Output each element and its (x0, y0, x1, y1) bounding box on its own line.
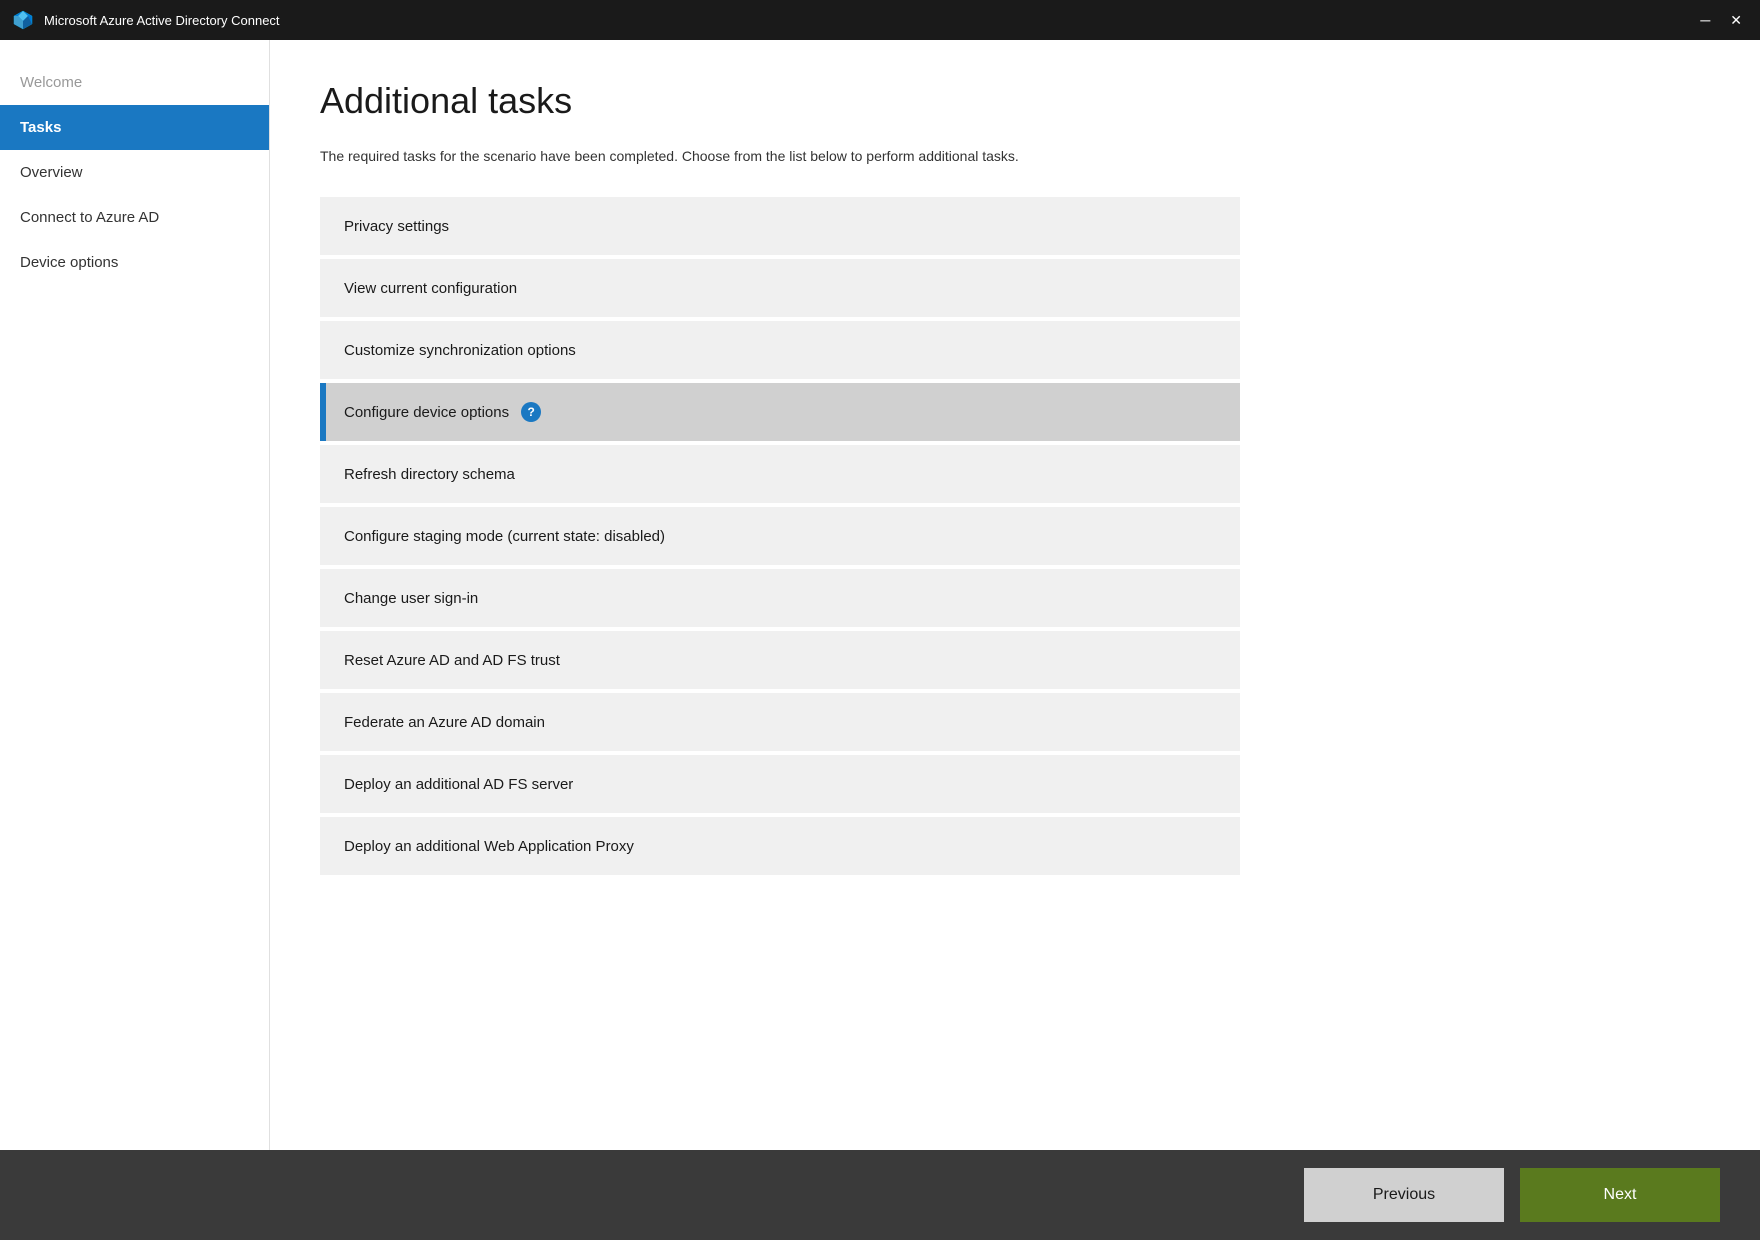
task-label: Reset Azure AD and AD FS trust (340, 652, 560, 669)
minimize-button[interactable]: ─ (1694, 11, 1716, 29)
task-indicator (320, 693, 326, 751)
task-label: Deploy an additional AD FS server (340, 776, 573, 793)
sidebar-item-device-options[interactable]: Device options (0, 240, 269, 285)
content-area: Welcome Tasks Overview Connect to Azure … (0, 40, 1760, 1150)
sidebar-item-tasks[interactable]: Tasks (0, 105, 269, 150)
task-indicator (320, 817, 326, 875)
sidebar-item-connect-azure-ad[interactable]: Connect to Azure AD (0, 195, 269, 240)
task-indicator (320, 755, 326, 813)
task-item-deploy-adfs[interactable]: Deploy an additional AD FS server (320, 755, 1240, 813)
task-indicator (320, 197, 326, 255)
task-indicator (320, 383, 326, 441)
task-label: Federate an Azure AD domain (340, 714, 545, 731)
task-item-deploy-wap[interactable]: Deploy an additional Web Application Pro… (320, 817, 1240, 875)
task-label: Customize synchronization options (340, 342, 576, 359)
task-indicator (320, 445, 326, 503)
task-indicator (320, 507, 326, 565)
task-item-refresh-schema[interactable]: Refresh directory schema (320, 445, 1240, 503)
task-item-privacy-settings[interactable]: Privacy settings (320, 197, 1240, 255)
task-label: View current configuration (340, 280, 517, 297)
task-indicator (320, 259, 326, 317)
page-description: The required tasks for the scenario have… (320, 146, 1170, 167)
sidebar-item-overview[interactable]: Overview (0, 150, 269, 195)
title-bar: Microsoft Azure Active Directory Connect… (0, 0, 1760, 40)
task-indicator (320, 631, 326, 689)
task-item-view-config[interactable]: View current configuration (320, 259, 1240, 317)
title-bar-text: Microsoft Azure Active Directory Connect (44, 13, 1694, 28)
close-button[interactable]: ✕ (1724, 11, 1748, 29)
main-window: Welcome Tasks Overview Connect to Azure … (0, 40, 1760, 1240)
task-indicator (320, 321, 326, 379)
task-label: Refresh directory schema (340, 466, 515, 483)
task-list: Privacy settings View current configurat… (320, 197, 1240, 875)
task-label: Change user sign-in (340, 590, 478, 607)
title-bar-controls: ─ ✕ (1694, 11, 1748, 29)
task-item-customize-sync[interactable]: Customize synchronization options (320, 321, 1240, 379)
main-content: Additional tasks The required tasks for … (270, 40, 1760, 1150)
next-button[interactable]: Next (1520, 1168, 1720, 1222)
task-item-federate-domain[interactable]: Federate an Azure AD domain (320, 693, 1240, 751)
task-label: Configure staging mode (current state: d… (340, 528, 665, 545)
previous-button[interactable]: Previous (1304, 1168, 1504, 1222)
task-indicator (320, 569, 326, 627)
task-label: Privacy settings (340, 218, 449, 235)
help-icon[interactable]: ? (521, 402, 541, 422)
task-label: Deploy an additional Web Application Pro… (340, 838, 634, 855)
page-title: Additional tasks (320, 80, 1710, 122)
task-item-change-signin[interactable]: Change user sign-in (320, 569, 1240, 627)
task-label: Configure device options (340, 404, 509, 421)
footer-bar: Previous Next (0, 1150, 1760, 1240)
task-item-reset-trust[interactable]: Reset Azure AD and AD FS trust (320, 631, 1240, 689)
sidebar-item-welcome[interactable]: Welcome (0, 60, 269, 105)
task-item-configure-device[interactable]: Configure device options ? (320, 383, 1240, 441)
app-logo-icon (12, 9, 34, 31)
task-item-staging-mode[interactable]: Configure staging mode (current state: d… (320, 507, 1240, 565)
sidebar: Welcome Tasks Overview Connect to Azure … (0, 40, 270, 1150)
